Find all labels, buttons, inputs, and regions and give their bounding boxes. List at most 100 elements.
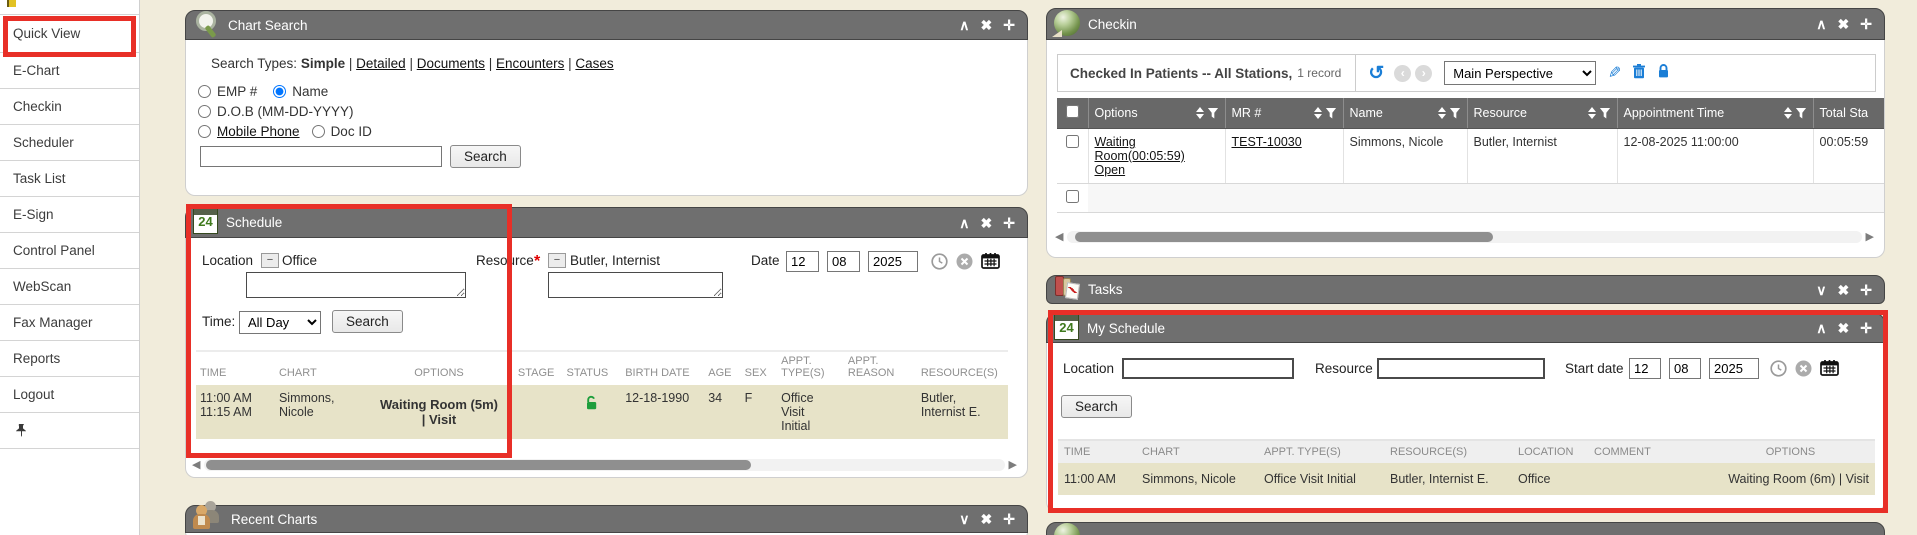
my-schedule-search-button[interactable]: Search xyxy=(1061,395,1132,418)
prev-perspective-icon[interactable]: ‹ xyxy=(1394,65,1411,82)
emp-radio[interactable] xyxy=(198,85,211,98)
schedule-appointment-row[interactable]: 11:00 AM11:15 AM Simmons,Nicole Waiting … xyxy=(196,385,1008,439)
sidebar-item-checkin[interactable]: Checkin xyxy=(0,89,139,125)
sidebar-item-task-list[interactable]: Task List xyxy=(0,161,139,197)
edit-perspective-icon[interactable]: ✎ xyxy=(1608,63,1621,83)
scroll-right-arrow[interactable]: ▶ xyxy=(1866,232,1874,243)
my-schedule-header[interactable]: 24 My Schedule ∧ ✖ ✛ xyxy=(1046,313,1885,343)
sidebar-item-webscan[interactable]: WebScan xyxy=(0,269,139,305)
col-appt-types[interactable]: APPT. TYPE(S) xyxy=(777,351,844,385)
resource-input[interactable] xyxy=(1377,358,1545,379)
date-month-input[interactable] xyxy=(1629,358,1661,379)
sidebar-pin-button[interactable] xyxy=(0,413,139,449)
col-time[interactable]: TIME xyxy=(196,351,275,385)
col-stage[interactable]: STAGE xyxy=(514,351,563,385)
col-options[interactable]: OPTIONS xyxy=(364,351,514,385)
mr-number-link[interactable]: TEST-10030 xyxy=(1232,135,1302,149)
close-icon[interactable]: ✖ xyxy=(1838,283,1850,297)
col-appt-reason[interactable]: APPT. REASON xyxy=(844,351,917,385)
recent-charts-header[interactable]: Recent Charts ∨ ✖ ✛ xyxy=(185,505,1028,533)
col-chart[interactable]: CHART xyxy=(1136,440,1258,463)
search-type-encounters[interactable]: Encounters xyxy=(496,56,564,71)
partial-bottom-header[interactable] xyxy=(1046,522,1885,535)
location-collapse-button[interactable]: − xyxy=(261,253,279,268)
delete-perspective-icon[interactable] xyxy=(1632,63,1646,84)
search-type-documents[interactable]: Documents xyxy=(417,56,485,71)
move-icon[interactable]: ✛ xyxy=(1860,321,1872,335)
sidebar-item-reports[interactable]: Reports xyxy=(0,341,139,377)
next-perspective-icon[interactable]: › xyxy=(1415,65,1432,82)
chart-search-header[interactable]: Chart Search ∧ ✖ ✛ xyxy=(185,10,1028,40)
sidebar-item-logout[interactable]: Logout xyxy=(0,377,139,413)
tasks-header[interactable]: Tasks ∨ ✖ ✛ xyxy=(1046,275,1885,304)
scroll-left-arrow[interactable]: ◀ xyxy=(192,460,200,471)
expand-icon[interactable]: ∨ xyxy=(1816,283,1826,297)
date-year-input[interactable] xyxy=(868,251,918,272)
row-checkbox[interactable] xyxy=(1066,135,1079,148)
clear-date-icon[interactable] xyxy=(956,253,973,275)
resource-collapse-button[interactable]: − xyxy=(548,253,566,268)
calendar-picker-icon[interactable] xyxy=(1820,359,1839,381)
col-birth-date[interactable]: BIRTH DATE xyxy=(621,351,704,385)
time-picker-icon[interactable] xyxy=(931,253,948,275)
col-name[interactable]: Name xyxy=(1343,98,1467,129)
sort-icon[interactable] xyxy=(1588,107,1596,119)
scrollbar-thumb[interactable] xyxy=(206,460,751,470)
filter-icon[interactable] xyxy=(1450,108,1461,119)
checkin-horizontal-scrollbar[interactable]: ◀ ▶ xyxy=(1055,230,1874,244)
close-icon[interactable]: ✖ xyxy=(1838,17,1850,31)
filter-icon[interactable] xyxy=(1796,108,1807,119)
open-link[interactable]: Open xyxy=(1095,163,1219,177)
sidebar-item-quick-view[interactable]: Quick View xyxy=(0,15,139,53)
checkin-patient-row[interactable]: Waiting Room(00:05:59)Open TEST-10030 Si… xyxy=(1057,129,1885,184)
move-icon[interactable]: ✛ xyxy=(1003,18,1015,32)
search-type-detailed[interactable]: Detailed xyxy=(356,56,406,71)
time-select[interactable]: All Day xyxy=(239,311,321,334)
mobile-phone-radio[interactable] xyxy=(198,125,211,138)
close-icon[interactable]: ✖ xyxy=(981,216,993,230)
close-icon[interactable]: ✖ xyxy=(1838,321,1850,335)
col-resource[interactable]: Resource xyxy=(1467,98,1617,129)
col-appt-types[interactable]: APPT. TYPE(S) xyxy=(1258,440,1384,463)
location-textarea[interactable] xyxy=(246,272,466,298)
clear-date-icon[interactable] xyxy=(1795,360,1812,382)
sidebar-item-e-chart[interactable]: E-Chart xyxy=(0,53,139,89)
col-options[interactable]: OPTIONS xyxy=(1706,440,1875,463)
lock-perspective-icon[interactable] xyxy=(1656,63,1671,84)
chart-search-button[interactable]: Search xyxy=(450,145,521,168)
sidebar-item-control-panel[interactable]: Control Panel xyxy=(0,233,139,269)
move-icon[interactable]: ✛ xyxy=(1003,216,1015,230)
col-sex[interactable]: SEX xyxy=(741,351,777,385)
schedule-horizontal-scrollbar[interactable]: ◀ ▶ xyxy=(192,458,1017,472)
date-day-input[interactable] xyxy=(827,251,860,272)
collapse-icon[interactable]: ∧ xyxy=(1816,17,1826,31)
col-comment[interactable]: COMMENT xyxy=(1588,440,1706,463)
scroll-left-arrow[interactable]: ◀ xyxy=(1055,232,1063,243)
col-chart[interactable]: CHART xyxy=(275,351,364,385)
calendar-picker-icon[interactable] xyxy=(981,252,1000,274)
scrollbar-thumb[interactable] xyxy=(1075,232,1493,242)
perspective-select[interactable]: Main Perspective xyxy=(1444,61,1596,85)
name-radio[interactable] xyxy=(273,85,286,98)
refresh-icon[interactable]: ↺ xyxy=(1368,64,1384,83)
date-year-input[interactable] xyxy=(1709,358,1759,379)
col-status[interactable]: STATUS xyxy=(563,351,622,385)
col-resources[interactable]: RESOURCE(S) xyxy=(1384,440,1512,463)
sidebar-item-scheduler[interactable]: Scheduler xyxy=(0,125,139,161)
time-picker-icon[interactable] xyxy=(1770,360,1787,382)
col-resources[interactable]: RESOURCE(S) xyxy=(917,351,1008,385)
collapse-icon[interactable]: ∧ xyxy=(959,18,969,32)
sort-icon[interactable] xyxy=(1438,107,1446,119)
col-mr[interactable]: MR # xyxy=(1225,98,1343,129)
cell-options[interactable]: Waiting Room (5m)| Visit xyxy=(364,385,514,439)
sidebar-item-e-sign[interactable]: E-Sign xyxy=(0,197,139,233)
sort-icon[interactable] xyxy=(1314,107,1322,119)
schedule-header[interactable]: 24 Schedule ∧ ✖ ✛ xyxy=(185,207,1028,238)
close-icon[interactable]: ✖ xyxy=(981,512,993,526)
collapse-icon[interactable]: ∧ xyxy=(1816,321,1826,335)
collapse-icon[interactable]: ∧ xyxy=(959,216,969,230)
filter-icon[interactable] xyxy=(1208,108,1219,119)
date-day-input[interactable] xyxy=(1669,358,1701,379)
date-month-input[interactable] xyxy=(786,251,819,272)
close-icon[interactable]: ✖ xyxy=(981,18,993,32)
